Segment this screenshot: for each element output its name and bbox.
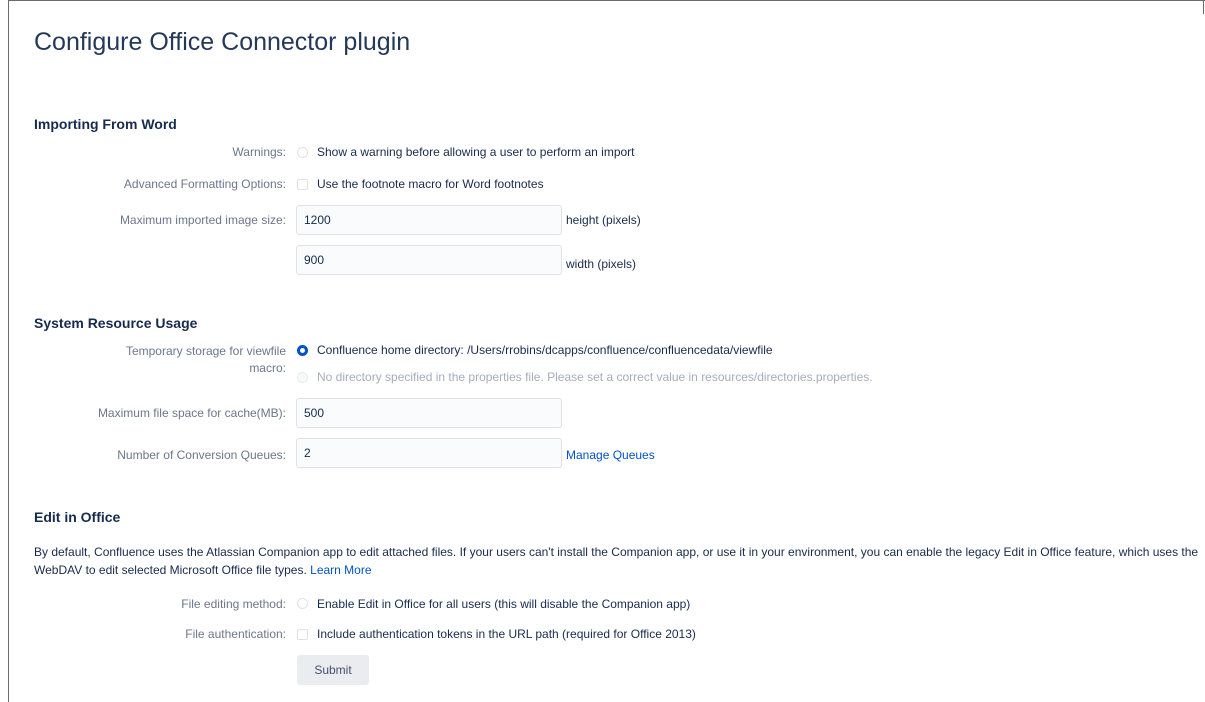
frame-right-border xyxy=(1203,0,1204,14)
file-editing-method-label: File editing method: xyxy=(181,597,286,611)
section-title-edit-office: Edit in Office xyxy=(34,509,121,525)
warnings-option-label: Show a warning before allowing a user to… xyxy=(317,145,635,159)
temp-storage-home-radio[interactable] xyxy=(297,345,308,356)
page-title: Configure Office Connector plugin xyxy=(34,28,411,56)
temp-storage-none-radio xyxy=(297,372,308,383)
advanced-formatting-label: Advanced Formatting Options: xyxy=(123,177,286,191)
submit-button[interactable]: Submit xyxy=(297,655,369,685)
section-title-system: System Resource Usage xyxy=(34,315,198,331)
file-authentication-label: File authentication: xyxy=(185,627,286,641)
image-width-input[interactable] xyxy=(296,245,562,275)
max-image-size-label: Maximum imported image size: xyxy=(119,213,286,227)
temp-storage-label: Temporary storage for viewfile macro: xyxy=(125,344,286,375)
height-unit-label: height (pixels) xyxy=(566,213,641,227)
warnings-label: Warnings: xyxy=(232,145,286,159)
auth-tokens-option-label: Include authentication tokens in the URL… xyxy=(317,627,696,641)
max-cache-label: Maximum file space for cache(MB): xyxy=(97,406,286,420)
width-unit-label: width (pixels) xyxy=(566,257,637,271)
frame-left-border xyxy=(8,0,9,702)
footnote-macro-checkbox[interactable] xyxy=(297,179,308,190)
footnote-macro-option-label: Use the footnote macro for Word footnote… xyxy=(317,177,544,191)
learn-more-link[interactable]: Learn More xyxy=(310,563,371,577)
edit-office-description-text: By default, Confluence uses the Atlassia… xyxy=(34,545,1199,577)
edit-in-office-option-label: Enable Edit in Office for all users (thi… xyxy=(317,597,691,611)
edit-office-description: By default, Confluence uses the Atlassia… xyxy=(34,543,1199,579)
max-cache-input[interactable] xyxy=(296,398,562,428)
temp-storage-home-option: Confluence home directory: /Users/rrobin… xyxy=(317,343,773,357)
edit-in-office-radio[interactable] xyxy=(297,598,308,609)
image-height-input[interactable] xyxy=(296,205,562,235)
conversion-queues-input[interactable] xyxy=(296,438,562,468)
auth-tokens-checkbox[interactable] xyxy=(297,629,308,640)
section-title-importing: Importing From Word xyxy=(34,116,177,132)
frame-top-border xyxy=(8,0,1205,1)
warnings-radio[interactable] xyxy=(297,147,308,158)
conversion-queues-label: Number of Conversion Queues: xyxy=(117,448,286,462)
temp-storage-none-option: No directory specified in the properties… xyxy=(317,370,873,384)
manage-queues-link[interactable]: Manage Queues xyxy=(566,447,655,463)
